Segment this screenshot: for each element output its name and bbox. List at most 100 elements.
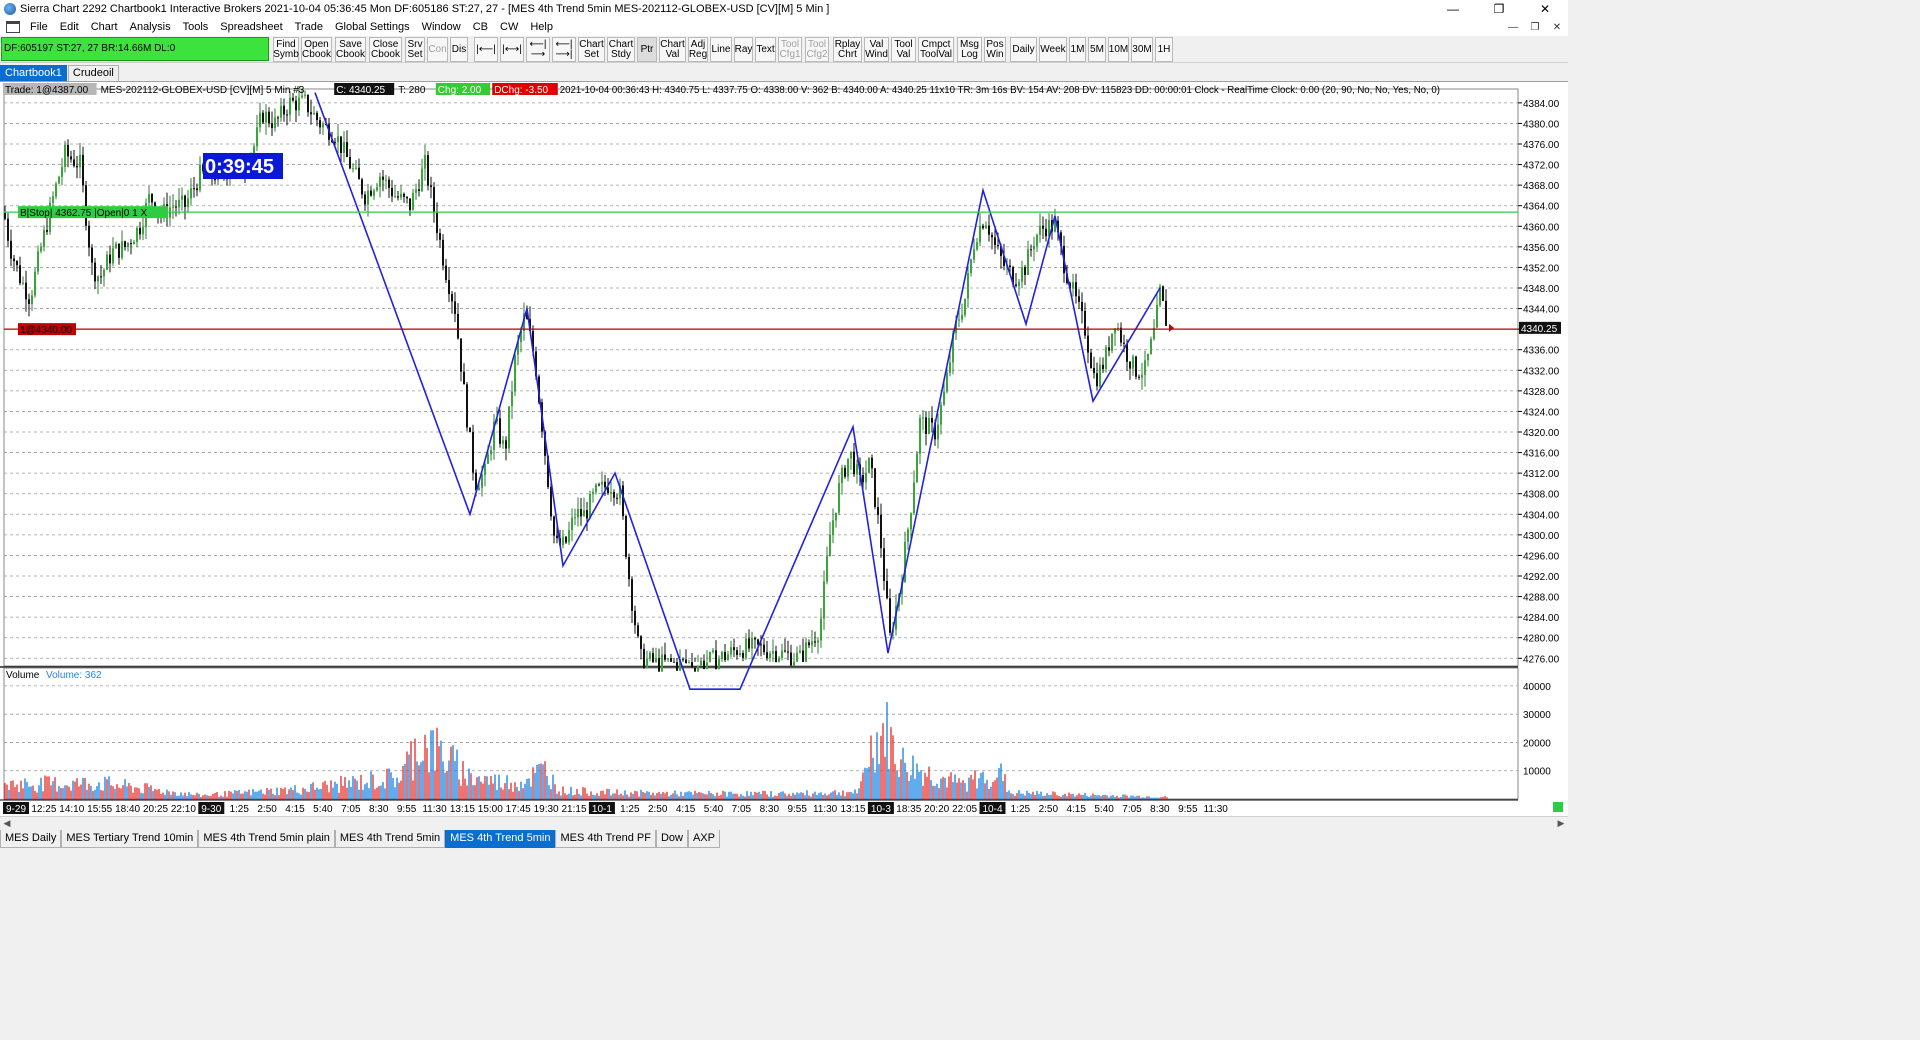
menu-tools[interactable]: Tools: [177, 21, 215, 33]
menu-cw[interactable]: CW: [494, 21, 524, 33]
menu-spreadsheet[interactable]: Spreadsheet: [214, 21, 288, 33]
time-tick-label: 17:45: [506, 804, 531, 815]
candle-body: [937, 424, 939, 440]
volume-bar: [708, 790, 710, 799]
mdi-close-button[interactable]: ✕: [1546, 18, 1568, 36]
chart-tab-mes-tertiary-trend-10min[interactable]: MES Tertiary Trend 10min: [61, 830, 199, 848]
menu-chart[interactable]: Chart: [85, 21, 124, 33]
toolbar-button-9[interactable]: ⟵|⟶: [526, 37, 550, 62]
candle-body: [118, 243, 120, 258]
menu-window[interactable]: Window: [416, 21, 467, 33]
candle-body: [850, 451, 852, 459]
chart-region[interactable]: 4384.00 4380.00 4376.00 4372.00 4368.00 4364.…: [0, 81, 1568, 816]
menu-trade[interactable]: Trade: [289, 21, 329, 33]
toolbar-button-14[interactable]: Chart Val: [659, 37, 686, 62]
toolbar-button-15[interactable]: Adj Reg: [688, 37, 708, 62]
menu-file[interactable]: File: [24, 21, 54, 33]
toolbar-button-29[interactable]: 1M: [1069, 37, 1086, 62]
chart-tab-mes-daily[interactable]: MES Daily: [0, 830, 62, 848]
toolbar-button-18[interactable]: Text: [755, 37, 776, 62]
toolbar-button-25[interactable]: Msg Log: [957, 37, 982, 62]
toolbar-button-10[interactable]: ⟵|⟶|: [552, 37, 576, 62]
toolbar-button-23[interactable]: Tool Val: [891, 37, 916, 62]
chartbook-tab-chartbook1[interactable]: Chartbook1: [0, 65, 67, 81]
toolbar-button-17[interactable]: Ray: [734, 37, 753, 62]
scroll-left-arrow-icon[interactable]: ◀: [0, 817, 14, 830]
toolbar-button-19[interactable]: Tool Cfg1: [778, 37, 802, 62]
toolbar-button-26[interactable]: Pos Win: [984, 37, 1006, 62]
volume-bar: [510, 782, 512, 799]
toolbar-button-21[interactable]: Rplay Chrt: [833, 37, 862, 62]
toolbar-button-30[interactable]: 5M: [1088, 37, 1106, 62]
toolbar-button-32[interactable]: 30M: [1131, 37, 1153, 62]
chart-tab-mes-4th-trend-5min-plain[interactable]: MES 4th Trend 5min plain: [198, 830, 335, 848]
volume-bar: [608, 789, 610, 799]
volume-bar: [48, 776, 50, 799]
candle-body: [508, 406, 510, 449]
toolbar-button-22[interactable]: Val Wind: [864, 37, 889, 62]
toolbar-button-33[interactable]: 1H: [1155, 37, 1173, 62]
toolbar-button-3[interactable]: Close Cbook: [369, 37, 402, 62]
candle-body: [58, 176, 60, 184]
toolbar-button-28[interactable]: Week: [1039, 37, 1067, 62]
candle-body: [634, 610, 636, 626]
candle-body: [13, 258, 15, 262]
scroll-right-arrow-icon[interactable]: ▶: [1554, 817, 1568, 830]
toolbar-button-5[interactable]: Con: [427, 37, 448, 62]
chart-tab-mes-4th-trend-pf[interactable]: MES 4th Trend PF: [555, 830, 656, 848]
minimize-button[interactable]: —: [1430, 0, 1476, 18]
toolbar-button-16[interactable]: Line: [710, 37, 732, 62]
chart-tab-mes-4th-trend-5min[interactable]: MES 4th Trend 5min: [334, 830, 446, 848]
price-tick-label: 4376.00: [1523, 140, 1560, 151]
menu-edit[interactable]: Edit: [54, 21, 85, 33]
toolbar-button-1[interactable]: Open Cbook: [301, 37, 332, 62]
volume-bar: [910, 775, 912, 799]
chart-tab-mes-4th-trend-5min-active[interactable]: MES 4th Trend 5min: [445, 830, 556, 848]
candle-body: [682, 659, 684, 661]
toolbar-button-31[interactable]: 10M: [1108, 37, 1129, 62]
menu-cb[interactable]: CB: [467, 21, 494, 33]
volume-bar: [826, 795, 828, 799]
toolbar-button-4[interactable]: Srv Set: [405, 37, 425, 62]
candle-body: [394, 196, 396, 198]
toolbar-button-12[interactable]: Chart Stdy: [607, 37, 635, 62]
toolbar-button-13[interactable]: Ptr: [637, 37, 657, 62]
chart-tab-dow[interactable]: Dow: [655, 830, 688, 848]
time-tick-label: 9:55: [1178, 804, 1198, 815]
volume-bar: [234, 790, 236, 799]
volume-bar: [1112, 795, 1114, 799]
toolbar-button-2[interactable]: Save Cbook: [335, 37, 366, 62]
volume-bar: [940, 778, 942, 799]
menu-global-settings[interactable]: Global Settings: [329, 21, 416, 33]
volume-bar: [736, 793, 738, 799]
volume-bar: [448, 760, 450, 799]
toolbar-button-6[interactable]: Dis: [450, 37, 468, 62]
toolbar-button-11[interactable]: Chart Set: [578, 37, 605, 62]
candle-body: [1084, 310, 1086, 336]
toolbar-button-7[interactable]: |⟵|: [474, 37, 498, 62]
toolbar-button-20[interactable]: Tool Cfg2: [805, 37, 829, 62]
toolbar-button-24[interactable]: Cmpct ToolVal: [918, 37, 954, 62]
volume-bar: [202, 795, 204, 799]
mdi-restore-button[interactable]: ❐: [1524, 18, 1546, 36]
toolbar-button-0[interactable]: Find Symb: [273, 37, 299, 62]
chartbook-tab-crudeoil[interactable]: Crudeoil: [67, 65, 119, 81]
volume-bar: [1026, 790, 1028, 799]
maximize-button[interactable]: ❐: [1476, 0, 1522, 18]
chart-tab-axp[interactable]: AXP: [687, 830, 720, 848]
mdi-minimize-button[interactable]: —: [1502, 18, 1524, 36]
menu-help[interactable]: Help: [524, 21, 559, 33]
volume-bar: [906, 772, 908, 799]
candle-body: [688, 662, 690, 664]
horizontal-scrollbar[interactable]: ◀ ▶: [0, 816, 1568, 830]
volume-bar: [290, 787, 292, 799]
close-button[interactable]: ✕: [1522, 0, 1568, 18]
candle-body: [802, 650, 804, 662]
menu-analysis[interactable]: Analysis: [124, 21, 177, 33]
toolbar-button-27[interactable]: Daily: [1010, 37, 1037, 62]
volume-bar: [156, 789, 158, 799]
volume-bar: [908, 780, 910, 799]
toolbar-button-8[interactable]: |⟷|: [500, 37, 524, 62]
system-menu-icon[interactable]: [6, 21, 20, 33]
price-chart-svg[interactable]: 4384.00 4380.00 4376.00 4372.00 4368.00 4364.…: [0, 82, 1568, 817]
